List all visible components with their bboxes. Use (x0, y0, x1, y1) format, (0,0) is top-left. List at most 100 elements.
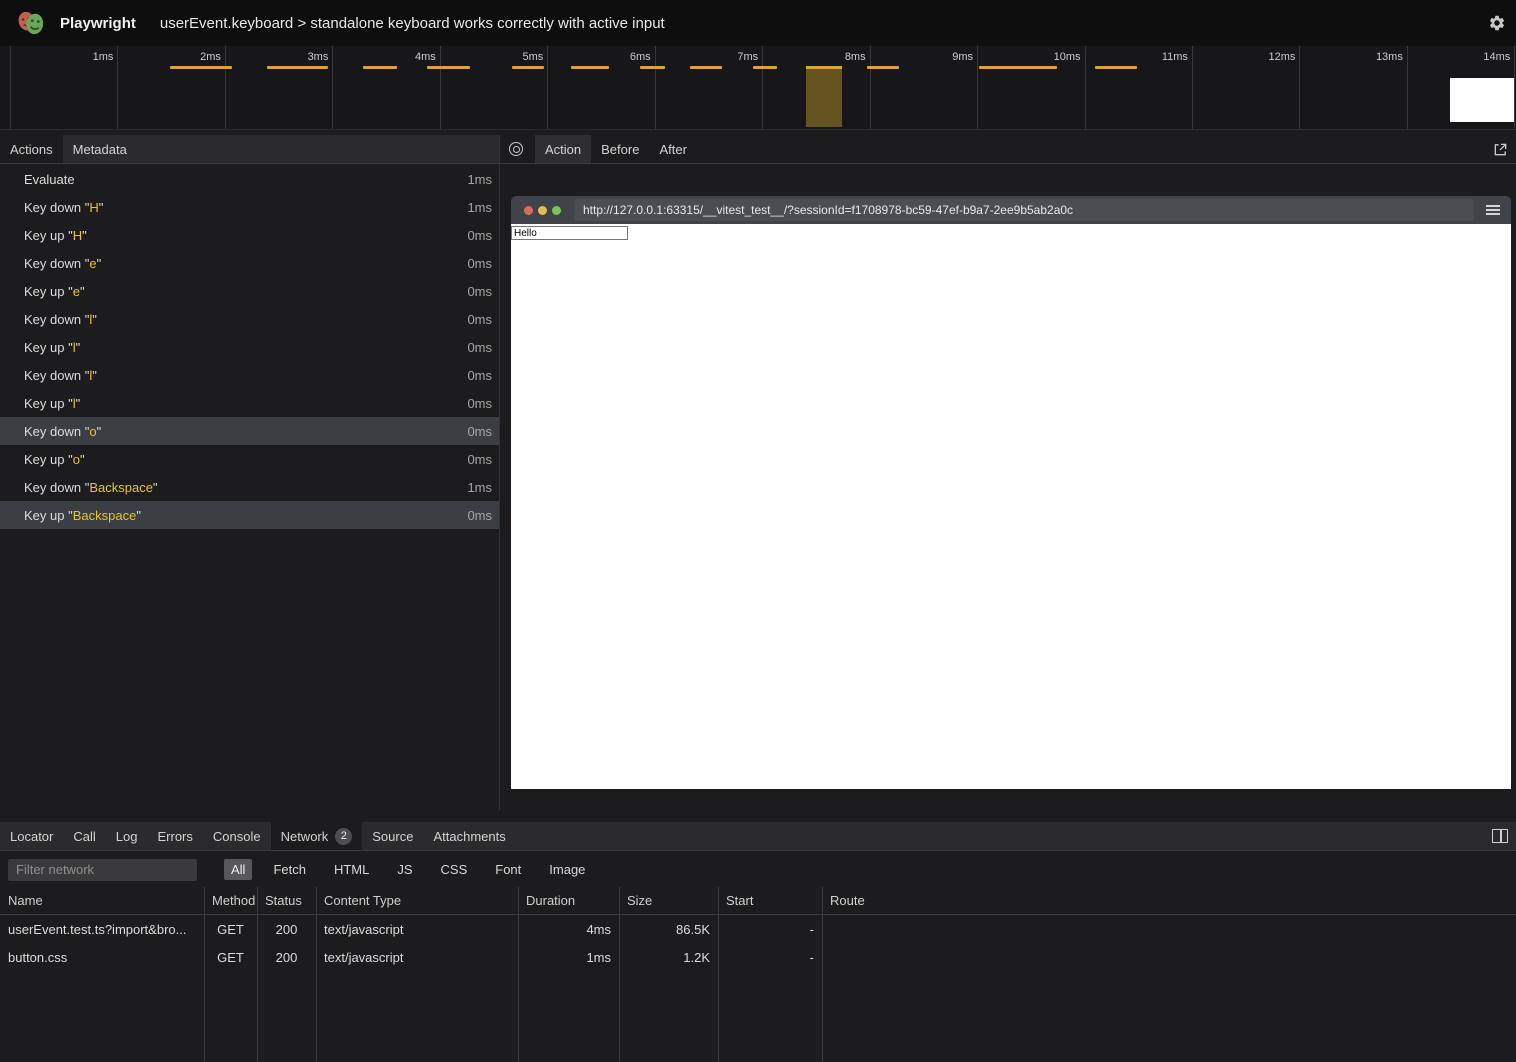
timeline-tick-label: 14ms (1450, 51, 1510, 63)
timeline-gridline (870, 46, 871, 129)
action-key: o (73, 452, 80, 467)
timeline-gridline (225, 46, 226, 129)
filter-chip-fetch[interactable]: Fetch (266, 859, 313, 880)
minimize-dot-icon (538, 206, 547, 215)
action-row[interactable]: Key up "o" 0ms (0, 445, 499, 473)
bottom-tab-log[interactable]: Log (106, 822, 148, 850)
column-header-status[interactable]: Status (257, 893, 316, 908)
cell-duration: 1ms (518, 950, 619, 965)
timeline-tick-label: 2ms (161, 51, 221, 63)
action-label: Key down (24, 368, 81, 383)
action-list: Evaluate 1ms Key down "H" 1ms Key up "H"… (0, 165, 499, 810)
timeline-action-bar[interactable] (1095, 66, 1137, 69)
action-row[interactable]: Key down "Backspace" 1ms (0, 473, 499, 501)
tab-actions[interactable]: Actions (0, 135, 63, 163)
column-header-name[interactable]: Name (0, 893, 204, 908)
action-row[interactable]: Key down "e" 0ms (0, 249, 499, 277)
action-key: l (89, 368, 92, 383)
network-request-row[interactable]: userEvent.test.ts?import&bro...GET200tex… (0, 915, 1516, 943)
timeline-gridline (10, 46, 11, 129)
action-row[interactable]: Key down "H" 1ms (0, 193, 499, 221)
cell-method: GET (204, 922, 257, 937)
action-row[interactable]: Key up "l" 0ms (0, 333, 499, 361)
action-row[interactable]: Key down "l" 0ms (0, 305, 499, 333)
column-header-content-type[interactable]: Content Type (316, 893, 518, 908)
cell-start: - (718, 922, 822, 937)
filter-chip-html[interactable]: HTML (327, 859, 376, 880)
bottom-tab-attachments[interactable]: Attachments (423, 822, 515, 850)
action-duration: 1ms (467, 172, 492, 187)
pick-locator-icon[interactable] (509, 142, 523, 156)
timeline-action-bar[interactable] (867, 66, 899, 69)
bottom-tab-source[interactable]: Source (362, 822, 423, 850)
action-key: e (89, 256, 96, 271)
page-text-input[interactable] (511, 226, 628, 240)
tab-metadata[interactable]: Metadata (63, 135, 137, 163)
network-filter-input[interactable] (8, 859, 197, 881)
cell-content_type: text/javascript (316, 950, 518, 965)
cell-name: button.css (0, 950, 204, 965)
column-header-duration[interactable]: Duration (518, 893, 619, 908)
snapshot-tab-action[interactable]: Action (535, 135, 591, 163)
toggle-layout-columns-icon[interactable] (1492, 829, 1508, 843)
action-row[interactable]: Key down "o" 0ms (0, 417, 499, 445)
filter-chip-all[interactable]: All (224, 859, 252, 880)
bottom-tab-errors[interactable]: Errors (147, 822, 202, 850)
timeline-action-bar[interactable] (170, 66, 232, 69)
playwright-trace-viewer: Playwright userEvent.keyboard > standalo… (0, 0, 1516, 1062)
network-type-filters: All Fetch HTML JS CSS Font Image (210, 859, 592, 880)
action-label: Key up (24, 508, 64, 523)
action-duration: 0ms (467, 284, 492, 299)
timeline-gridline (1085, 46, 1086, 129)
timeline-action-bar[interactable] (267, 66, 328, 69)
column-header-start[interactable]: Start (718, 893, 822, 908)
filter-chip-font[interactable]: Font (488, 859, 528, 880)
timeline-action-bar[interactable] (512, 66, 544, 69)
timeline-action-bar[interactable] (753, 66, 777, 69)
timeline[interactable]: 1ms2ms3ms4ms5ms6ms7ms8ms9ms10ms11ms12ms1… (0, 46, 1516, 130)
action-duration: 0ms (467, 312, 492, 327)
bottom-tab-console[interactable]: Console (203, 822, 271, 850)
bottom-tab-network[interactable]: Network2 (271, 822, 363, 850)
timeline-tick-label: 7ms (698, 51, 758, 63)
timeline-action-bar[interactable] (427, 66, 470, 69)
snapshot-tab-after[interactable]: After (649, 135, 696, 163)
timeline-action-bar[interactable] (363, 66, 397, 69)
bottom-tab-locator[interactable]: Locator (0, 822, 63, 850)
column-header-method[interactable]: Method (204, 893, 257, 908)
timeline-action-bar[interactable] (571, 66, 609, 69)
filter-chip-image[interactable]: Image (542, 859, 592, 880)
timeline-action-bar[interactable] (640, 66, 665, 69)
action-label: Key down (24, 200, 81, 215)
timeline-gridline (977, 46, 978, 129)
network-request-row[interactable]: button.cssGET200text/javascript1ms1.2K- (0, 943, 1516, 971)
filter-chip-css[interactable]: CSS (434, 859, 475, 880)
open-in-new-window-icon[interactable] (1493, 142, 1508, 157)
bottom-tab-call[interactable]: Call (63, 822, 105, 850)
app-header: Playwright userEvent.keyboard > standalo… (0, 0, 1516, 46)
timeline-tick-label: 5ms (483, 51, 543, 63)
action-duration: 0ms (467, 508, 492, 523)
timeline-action-bar[interactable] (979, 66, 1057, 69)
column-header-route[interactable]: Route (822, 893, 1516, 908)
action-row[interactable]: Key up "e" 0ms (0, 277, 499, 305)
timeline-tick-label: 3ms (268, 51, 328, 63)
network-table-header: NameMethodStatusContent TypeDurationSize… (0, 887, 1516, 915)
timeline-selected-range[interactable] (806, 66, 842, 127)
timeline-screenshot-thumbnail[interactable] (1450, 78, 1514, 122)
action-row[interactable]: Key up "l" 0ms (0, 389, 499, 417)
action-label: Key up (24, 340, 64, 355)
timeline-action-bar[interactable] (690, 66, 722, 69)
column-header-size[interactable]: Size (619, 893, 718, 908)
settings-gear-icon[interactable] (1488, 14, 1506, 32)
filter-chip-js[interactable]: JS (390, 859, 419, 880)
snapshot-tab-before[interactable]: Before (591, 135, 649, 163)
action-key: H (89, 200, 98, 215)
column-separator (619, 887, 620, 1062)
action-row[interactable]: Key up "H" 0ms (0, 221, 499, 249)
action-duration: 1ms (467, 480, 492, 495)
column-separator (718, 887, 719, 1062)
action-row[interactable]: Key down "l" 0ms (0, 361, 499, 389)
action-row[interactable]: Evaluate 1ms (0, 165, 499, 193)
action-row[interactable]: Key up "Backspace" 0ms (0, 501, 499, 529)
